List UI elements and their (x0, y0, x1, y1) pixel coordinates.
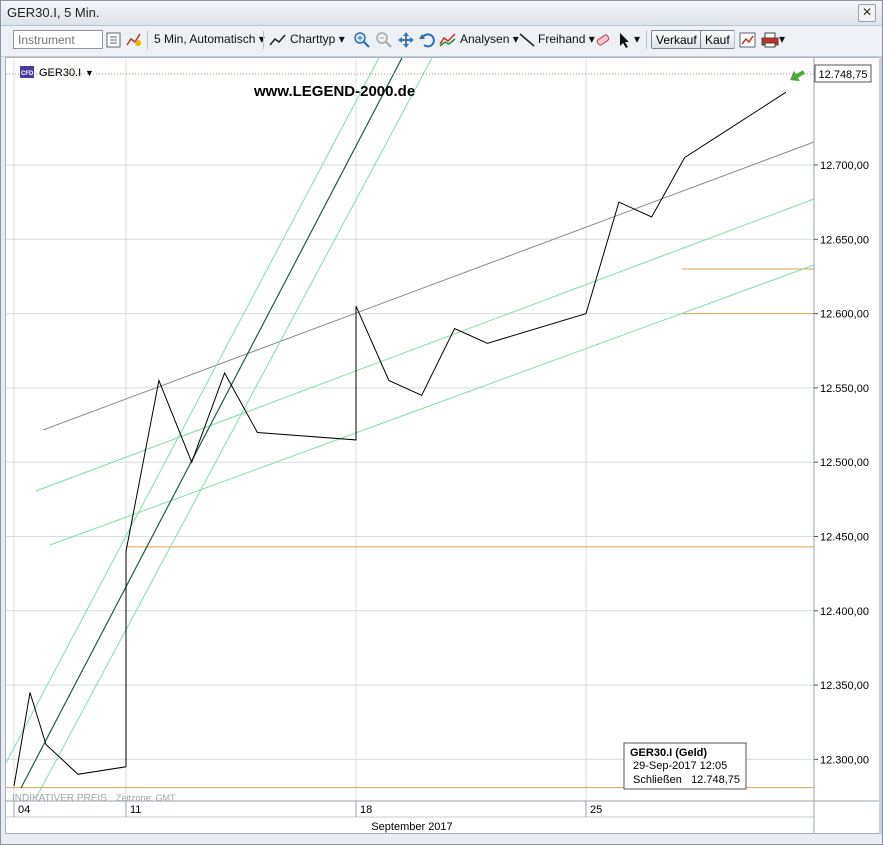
symbol-header: CFD GER30.I ▼ (20, 66, 94, 79)
toolbar-separator (646, 31, 647, 49)
print-dropdown-icon[interactable]: ▾ (779, 32, 785, 46)
verkauf-button[interactable]: Verkauf (651, 30, 702, 49)
trendline-steep-left (6, 58, 380, 764)
interval-dropdown[interactable]: 5 Min, Automatisch ▾ (154, 32, 265, 46)
y-tick-label: 12.450,00 (820, 531, 869, 543)
trendline-steep-dark (20, 58, 403, 789)
indicator-icon[interactable] (125, 31, 143, 49)
cursor-dropdown-icon[interactable]: ▾ (634, 32, 640, 46)
trendline-channel-upper (42, 141, 815, 431)
undo-icon[interactable] (418, 31, 436, 49)
window-title: GER30.I, 5 Min. (7, 5, 100, 20)
y-tick-label: 12.300,00 (820, 754, 869, 766)
tooltip-box: GER30.I (Geld) 29-Sep-2017 12:05 Schließ… (623, 742, 747, 790)
y-tick-label: 12.600,00 (820, 309, 869, 321)
grid (6, 58, 814, 801)
y-tick-label: 12.500,00 (820, 457, 869, 469)
analysen-icon (439, 33, 456, 47)
kauf-button[interactable]: Kauf (700, 30, 735, 49)
x-tick-label: 25 (590, 804, 602, 816)
analysen-dropdown[interactable]: Analysen ▾ (460, 32, 519, 46)
trendline-icon (519, 33, 535, 47)
symbol-dropdown-icon[interactable]: ▼ (85, 68, 94, 78)
title-bar: GER30.I, 5 Min. ✕ (1, 1, 882, 26)
cfd-icon-glyph: CFD (21, 71, 34, 77)
instrument-list-icon[interactable] (105, 31, 123, 49)
interval-label: 5 Min, Automatisch (154, 32, 256, 46)
trendline-channel-mid (35, 198, 815, 492)
line-chart-icon (269, 34, 286, 46)
zoom-in-icon[interactable] (353, 31, 371, 49)
trendlines (6, 58, 815, 799)
tooltip-close-value: 12.748,75 (691, 774, 740, 786)
x-tick-label: 18 (360, 804, 372, 816)
month-label: September 2017 (371, 821, 452, 833)
y-tick-label: 12.650,00 (820, 234, 869, 246)
symbol-label: GER30.I (39, 67, 81, 79)
y-tick-label: 12.350,00 (820, 680, 869, 692)
tooltip-datetime: 29-Sep-2017 12:05 (633, 760, 727, 772)
tooltip-close-label: Schließen (633, 774, 682, 786)
zoom-out-icon[interactable] (375, 31, 393, 49)
toolbar-separator (734, 31, 735, 49)
last-price-label: 12.748,75 (819, 69, 868, 81)
x-tick-label: 04 (18, 804, 30, 816)
y-tick-label: 12.400,00 (820, 606, 869, 618)
analysen-label: Analysen (460, 32, 510, 46)
chart-area[interactable]: 12.300,00 12.350,00 12.400,00 12.450,00 12.5… (5, 57, 881, 834)
pan-icon[interactable] (397, 31, 415, 49)
window-right-border (879, 57, 882, 834)
horizontal-levels (6, 268, 814, 789)
chart-window: GER30.I, 5 Min. ✕ 5 Min, Automatisch ▾ C… (0, 0, 883, 845)
watermark: www.LEGEND-2000.de (253, 83, 415, 100)
y-tick-label: 12.700,00 (820, 160, 869, 172)
close-button[interactable]: ✕ (858, 4, 876, 22)
freihand-dropdown[interactable]: Freihand ▾ (538, 32, 595, 46)
charttype-dropdown[interactable]: Charttyp ▾ (290, 32, 345, 46)
y-tick-label: 12.550,00 (820, 383, 869, 395)
tooltip-title: GER30.I (Geld) (630, 747, 707, 759)
cursor-icon[interactable] (616, 31, 634, 49)
toolbar: 5 Min, Automatisch ▾ Charttyp ▾ Analysen… (1, 26, 882, 57)
print-icon[interactable] (761, 31, 779, 49)
toolbar-separator (147, 31, 148, 49)
trendline-steep-right (35, 58, 433, 799)
instrument-input[interactable] (13, 30, 103, 49)
price-series-line (13, 91, 787, 787)
toolbar-separator (263, 31, 264, 49)
trendline-channel-lower (49, 264, 815, 546)
last-price-arrow-icon (790, 70, 805, 82)
x-tick-label: 11 (130, 804, 141, 816)
charttype-label: Charttyp (290, 32, 336, 46)
chart-settings-icon[interactable] (739, 31, 757, 49)
price-chart[interactable]: 12.300,00 12.350,00 12.400,00 12.450,00 12.5… (6, 58, 880, 833)
eraser-icon[interactable] (594, 31, 612, 49)
freihand-label: Freihand (538, 32, 586, 46)
